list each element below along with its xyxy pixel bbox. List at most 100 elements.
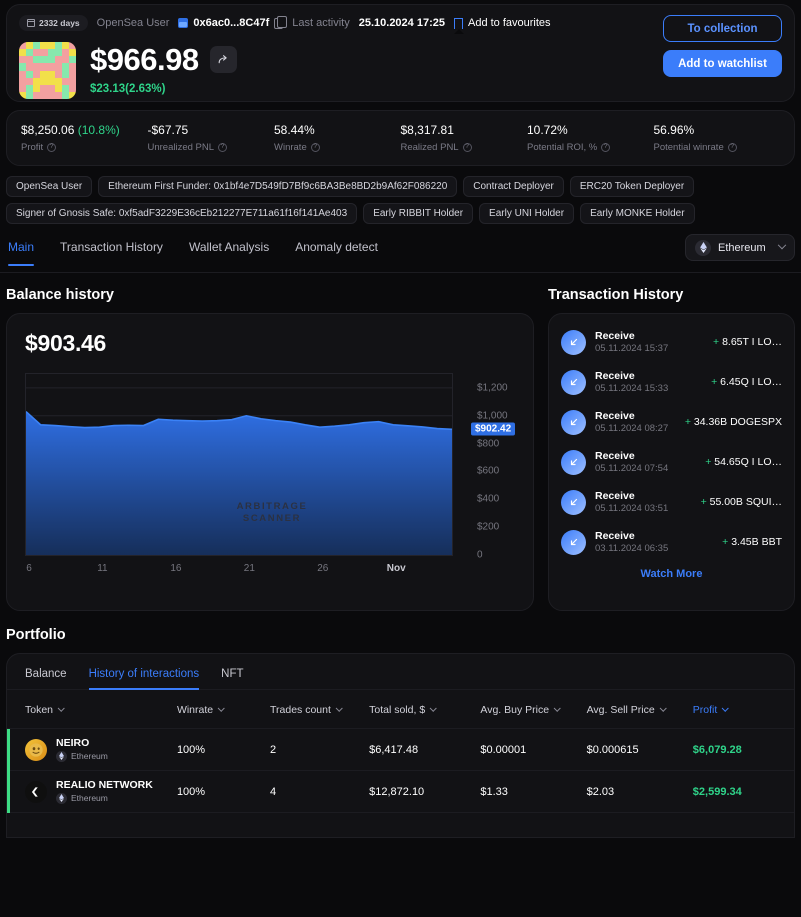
stat-unrealized-pnl: -$67.75 Unrealized PNL?	[148, 123, 275, 153]
balance-chart[interactable]: ARBITRAGE SCANNER 0 $200 $400 $600 $800 $1,00…	[25, 373, 519, 588]
receive-arrow-icon	[561, 529, 586, 555]
wallet-tag[interactable]: ERC20 Token Deployer	[569, 176, 695, 197]
portfolio-tab-balance[interactable]: Balance	[25, 668, 67, 689]
share-icon	[218, 55, 227, 64]
column-header-winrate[interactable]: Winrate	[177, 690, 270, 729]
wallet-tag[interactable]: Early UNI Holder	[479, 203, 575, 224]
add-to-favourites-button[interactable]: Add to favourites	[453, 17, 551, 34]
chart-y-tick: $200	[477, 521, 500, 533]
transaction-info: Receive 05.11.2024 08:27	[595, 410, 676, 435]
wallet-tag[interactable]: Early RIBBIT Holder	[363, 203, 474, 224]
cell-winrate: 100%	[176, 785, 206, 798]
stat-potential-winrate: 56.96% Potential winrate?	[654, 123, 781, 153]
wallet-tag[interactable]: OpenSea User	[6, 176, 93, 197]
column-header-total-sold[interactable]: Total sold, $	[369, 690, 480, 729]
portfolio-tab-nft[interactable]: NFT	[221, 668, 243, 689]
header-actions: To collection Add to watchlist	[663, 15, 782, 77]
help-icon[interactable]: ?	[462, 143, 472, 152]
transaction-type: Receive	[595, 449, 635, 462]
copy-icon[interactable]	[274, 15, 288, 29]
chart-x-axis: 6 11 16 21 26 Nov	[25, 563, 453, 583]
transaction-row[interactable]: Receive 05.11.2024 15:37 + 8.65T I LO…	[561, 322, 782, 362]
stat-label-text: Unrealized PNL	[147, 142, 215, 153]
column-header-avg-sell-price[interactable]: Avg. Sell Price	[587, 690, 693, 729]
chart-y-tick: $600	[477, 465, 500, 477]
transaction-type: Receive	[595, 329, 635, 342]
help-icon[interactable]: ?	[310, 143, 320, 152]
stat-label-text: Realized PNL	[400, 142, 459, 153]
avatar	[19, 42, 76, 99]
wallet-tag[interactable]: Contract Deployer	[463, 176, 564, 197]
help-icon[interactable]: ?	[727, 143, 737, 152]
to-collection-button[interactable]: To collection	[663, 15, 782, 42]
transaction-date: 05.11.2024 15:37	[595, 342, 669, 354]
table-row[interactable]: REALIO NETWORK Ethereum 100% 4 $12,872.10 $1.…	[7, 771, 794, 813]
column-header-trades-count[interactable]: Trades count	[270, 690, 369, 729]
cell-trades-count: 2	[270, 743, 277, 756]
stat-profit: $8,250.06 (10.8%) Profit?	[21, 123, 148, 153]
stat-value: 58.44%	[274, 123, 315, 137]
chart-y-tick: $800	[477, 438, 500, 450]
token-chain-label: Ethereum	[71, 793, 108, 803]
wallet-tag[interactable]: Signer of Gnosis Safe: 0xf5adF3229E36cEb…	[6, 203, 358, 224]
transaction-row[interactable]: Receive 03.11.2024 06:35 + 3.45B BBT	[561, 522, 782, 562]
tab-anomaly-detect[interactable]: Anomaly detect	[295, 240, 378, 265]
ethereum-icon	[56, 750, 67, 762]
watch-more-button[interactable]: Watch More	[561, 568, 782, 580]
plus-sign: +	[711, 376, 718, 388]
transaction-row[interactable]: Receive 05.11.2024 08:27 + 34.36B DOGESPX	[561, 402, 782, 442]
column-header-profit[interactable]: Profit	[693, 690, 794, 729]
stat-label: Winrate?	[274, 142, 401, 153]
chart-y-tick: $1,200	[477, 382, 508, 394]
stat-label: Unrealized PNL?	[148, 142, 275, 153]
help-icon[interactable]: ?	[218, 143, 228, 152]
wallet-tag[interactable]: Ethereum First Funder: 0x1bf4e7D549fD7Bf…	[98, 176, 458, 197]
transaction-amount: + 34.36B DOGESPX	[684, 416, 782, 428]
transaction-info: Receive 05.11.2024 03:51	[595, 490, 692, 515]
cell-avg-buy-price: $1.33	[480, 785, 508, 798]
cell-avg-sell-price: $0.000615	[586, 743, 639, 756]
wallet-balance: $966.98	[90, 42, 199, 77]
transaction-row[interactable]: Receive 05.11.2024 07:54 + 54.65Q I LO…	[561, 442, 782, 482]
share-button[interactable]	[209, 46, 237, 73]
main-nav-tabs: Main Transaction History Wallet Analysis An…	[6, 240, 378, 266]
receive-arrow-icon	[561, 409, 586, 435]
portfolio-tab-history-of-interactions[interactable]: History of interactions	[88, 668, 199, 690]
cell-winrate: 100%	[176, 743, 206, 756]
chain-selector[interactable]: Ethereum	[685, 234, 795, 261]
wallet-age-label: 2332 days	[39, 18, 80, 28]
help-icon[interactable]: ?	[601, 143, 611, 152]
transaction-amount: + 55.00B SQUI…	[700, 496, 782, 508]
portfolio-tabs: Balance History of interactions NFT	[7, 654, 794, 690]
stat-label-text: Winrate	[274, 142, 307, 153]
stat-value: -$67.75	[147, 123, 189, 137]
table-row[interactable]: NEIRO Ethereum 100% 2 $6,417.48 $0.00001 $0.00…	[7, 729, 794, 771]
stat-percent: (10.8%)	[74, 123, 120, 137]
portfolio-header-row: Token Winrate Trades count Total sold, $ Avg…	[7, 690, 794, 729]
add-to-watchlist-button[interactable]: Add to watchlist	[663, 50, 782, 77]
transaction-amount: + 8.65T I LO…	[713, 336, 782, 348]
tab-wallet-analysis[interactable]: Wallet Analysis	[189, 240, 269, 265]
tab-transaction-history[interactable]: Transaction History	[60, 240, 163, 265]
transaction-row[interactable]: Receive 05.11.2024 03:51 + 55.00B SQUI…	[561, 482, 782, 522]
stat-winrate: 58.44% Winrate?	[274, 123, 401, 153]
token-icon	[25, 738, 47, 761]
transaction-row[interactable]: Receive 05.11.2024 15:33 + 6.45Q I LO…	[561, 362, 782, 402]
column-header-label: Avg. Sell Price	[586, 704, 655, 716]
token-info: REALIO NETWORK Ethereum	[56, 779, 153, 804]
column-header-label: Token	[25, 704, 54, 716]
plus-sign: +	[700, 496, 707, 508]
column-header-avg-buy-price[interactable]: Avg. Buy Price	[480, 690, 586, 729]
plus-sign: +	[713, 336, 720, 348]
help-icon[interactable]: ?	[47, 143, 57, 152]
chart-y-tick: $1,000	[477, 410, 508, 422]
transaction-list: Receive 05.11.2024 15:37 + 8.65T I LO… Rece…	[561, 322, 782, 562]
wallet-address[interactable]: 0x6ac0...8C47f	[178, 15, 288, 29]
token-icon	[25, 780, 47, 803]
transaction-info: Receive 05.11.2024 07:54	[595, 450, 696, 475]
column-header-token[interactable]: Token	[7, 690, 177, 729]
wallet-tag[interactable]: Early MONKE Holder	[580, 203, 695, 224]
tab-main[interactable]: Main	[8, 240, 35, 266]
transaction-amount: + 3.45B BBT	[722, 536, 782, 548]
stat-label: Potential ROI, %?	[527, 142, 654, 153]
